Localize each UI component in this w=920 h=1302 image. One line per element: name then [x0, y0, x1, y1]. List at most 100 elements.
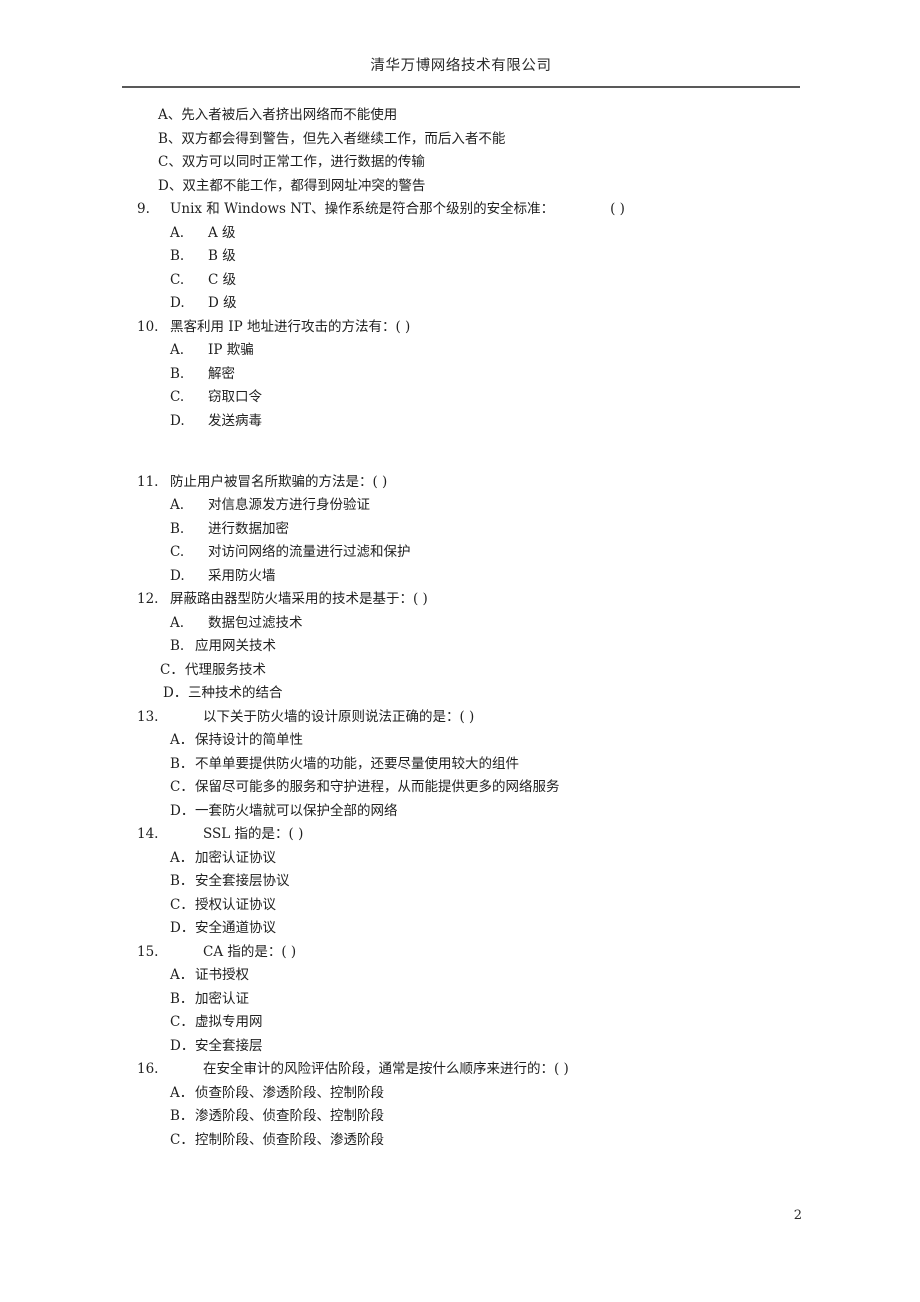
option-15-c[interactable]: C．虚拟专用网 [0, 1011, 920, 1035]
option-14-b[interactable]: B． 安全套接层协议 [0, 870, 920, 894]
option-13-d[interactable]: D．一套防火墙就可以保护全部的网络 [0, 800, 920, 824]
option-13-b[interactable]: B． 不单单要提供防火墙的功能，还要尽量使用较大的组件 [0, 753, 920, 777]
question-text: 防止用户被冒名所欺骗的方法是： [170, 473, 373, 490]
option-12-d[interactable]: D．三种技术的结合 [0, 682, 920, 706]
question-text: 屏蔽路由器型防火墙采用的技术是基于： [170, 591, 413, 607]
question-number: 9. [137, 201, 150, 217]
question-12: 12. 屏蔽路由器型防火墙采用的技术是基于：( ) [0, 588, 920, 612]
carryover-option: A、先入者被后入者挤出网络而不能使用 [158, 107, 398, 123]
option-15-a[interactable]: A． 证书授权 [0, 964, 920, 988]
option-letter: D. [170, 295, 185, 311]
option-letter: A. [170, 224, 185, 241]
option-text: 解密 [208, 365, 235, 382]
question-text: SSL 指的是： [203, 826, 289, 842]
option-text: 虚拟专用网 [195, 1014, 263, 1030]
answer-paren[interactable]: ( ) [373, 474, 388, 490]
question-text: CA 指的是： [203, 943, 282, 960]
question-text: Unix 和 Windows NT、操作系统是符合那个级别的安全标准： [170, 201, 555, 217]
option-text: 应用网关技术 [195, 638, 276, 654]
option-9-c[interactable]: C. C 级 [0, 269, 920, 293]
option-letter: C． [170, 1131, 194, 1148]
option-letter: D. [170, 412, 185, 429]
option-letter: B. [170, 638, 185, 654]
question-13: 13. 以下关于防火墙的设计原则说法正确的是：( ) [0, 706, 920, 730]
header-company-name: 清华万博网络技术有限公司 [370, 58, 552, 74]
carryover-option: C、双方可以同时正常工作，进行数据的传输 [158, 154, 425, 170]
option-14-a[interactable]: A． 加密认证协议 [0, 847, 920, 871]
option-9-a[interactable]: A. A 级 [0, 222, 920, 246]
option-9-d[interactable]: D. D 级 [0, 292, 920, 316]
option-text: 控制阶段、侦查阶段、渗透阶段 [195, 1131, 384, 1148]
option-14-d[interactable]: D．安全通道协议 [0, 917, 920, 941]
option-text: D 级 [208, 295, 237, 311]
option-text: 代理服务技术 [185, 661, 266, 678]
option-text: 安全套接层 [195, 1037, 263, 1054]
option-text: 加密认证协议 [195, 849, 276, 866]
carryover-option: D、双主都不能工作，都得到网址冲突的警告 [158, 177, 426, 194]
option-text: 授权认证协议 [195, 896, 276, 913]
question-number: 16. [137, 1061, 159, 1077]
question-number: 14. [137, 826, 159, 842]
option-letter: D． [163, 685, 188, 701]
option-12-c[interactable]: C．代理服务技术 [0, 659, 920, 683]
option-11-b[interactable]: B. 进行数据加密 [0, 518, 920, 542]
question-16: 16. 在安全审计的风险评估阶段，通常是按什么顺序来进行的：( ) [0, 1058, 920, 1082]
answer-paren[interactable]: ( ) [460, 709, 475, 725]
option-letter: C. [170, 544, 185, 560]
option-letter: C. [170, 389, 185, 405]
answer-paren[interactable]: ( ) [289, 826, 304, 842]
question-14: 14. SSL 指的是：( ) [0, 823, 920, 847]
option-text: 证书授权 [195, 967, 249, 983]
header-divider [122, 86, 800, 88]
option-12-a[interactable]: A. 数据包过滤技术 [0, 612, 920, 636]
answer-paren[interactable]: ( ) [413, 591, 428, 607]
option-letter: B. [170, 520, 185, 537]
option-text: 进行数据加密 [208, 520, 289, 537]
option-15-b[interactable]: B． 加密认证 [0, 988, 920, 1012]
option-letter: B． [170, 755, 194, 772]
option-letter: A． [170, 732, 194, 748]
option-letter: A． [170, 1084, 194, 1101]
option-letter: A. [170, 342, 185, 358]
option-text: 对访问网络的流量进行过滤和保护 [208, 544, 411, 560]
option-9-b[interactable]: B. B 级 [0, 245, 920, 269]
answer-paren[interactable]: ( ) [610, 201, 625, 217]
option-text: 窃取口令 [208, 389, 262, 405]
option-text: 数据包过滤技术 [208, 614, 303, 631]
option-11-a[interactable]: A. 对信息源发方进行身份验证 [0, 494, 920, 518]
option-13-c[interactable]: C．保留尽可能多的服务和守护进程，从而能提供更多的网络服务 [0, 776, 920, 800]
option-10-b[interactable]: B. 解密 [0, 363, 920, 387]
answer-paren[interactable]: ( ) [396, 319, 411, 335]
answer-paren[interactable]: ( ) [281, 944, 296, 960]
option-letter: A． [170, 849, 194, 866]
option-letter: C． [170, 896, 194, 913]
answer-paren[interactable]: ( ) [554, 1061, 569, 1077]
option-letter: D． [170, 802, 195, 819]
option-16-b[interactable]: B． 渗透阶段、侦查阶段、控制阶段 [0, 1105, 920, 1129]
option-12-b[interactable]: B. 应用网关技术 [0, 635, 920, 659]
option-10-d[interactable]: D. 发送病毒 [0, 410, 920, 434]
option-15-d[interactable]: D．安全套接层 [0, 1035, 920, 1059]
question-11: 11. 防止用户被冒名所欺骗的方法是：( ) [0, 471, 920, 495]
option-14-c[interactable]: C．授权认证协议 [0, 894, 920, 918]
option-letter: A. [170, 614, 185, 631]
option-11-c[interactable]: C. 对访问网络的流量进行过滤和保护 [0, 541, 920, 565]
question-15: 15. CA 指的是：( ) [0, 941, 920, 965]
option-letter: D． [170, 1037, 195, 1054]
option-text: 侦查阶段、渗透阶段、控制阶段 [195, 1084, 384, 1101]
option-16-c[interactable]: C．控制阶段、侦查阶段、渗透阶段 [0, 1129, 920, 1153]
option-11-d[interactable]: D. 采用防火墙 [0, 565, 920, 589]
question-number: 11. [137, 473, 159, 490]
option-text: 保留尽可能多的服务和守护进程，从而能提供更多的网络服务 [195, 779, 560, 795]
option-16-a[interactable]: A． 侦查阶段、渗透阶段、控制阶段 [0, 1082, 920, 1106]
option-10-c[interactable]: C. 窃取口令 [0, 386, 920, 410]
option-10-a[interactable]: A. IP 欺骗 [0, 339, 920, 363]
question-10: 10. 黑客利用 IP 地址进行攻击的方法有：( ) [0, 316, 920, 340]
option-text: 对信息源发方进行身份验证 [208, 497, 370, 513]
page-number: 2 [793, 1208, 802, 1223]
option-13-a[interactable]: A． 保持设计的简单性 [0, 729, 920, 753]
question-number: 13. [137, 708, 159, 725]
option-letter: D. [170, 567, 185, 584]
option-letter: D． [170, 920, 195, 936]
